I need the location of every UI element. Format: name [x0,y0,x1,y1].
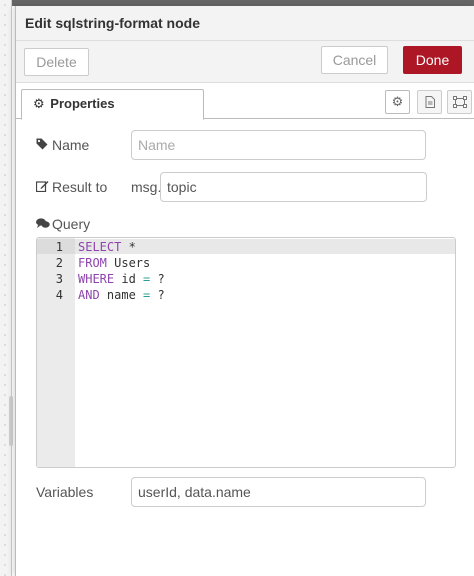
tab-description[interactable] [417,90,442,114]
gear-icon: ⚙ [33,96,45,111]
code-line[interactable]: 3 WHERE id = ? [37,271,455,287]
code-text: WHERE id = ? [78,271,165,287]
sql-keyword: FROM [78,256,107,270]
code-text: SELECT * [78,239,136,255]
line-number: 4 [55,288,63,302]
result-prefix: msg. [131,179,162,195]
name-label: Name [52,137,90,153]
tag-icon [36,138,52,153]
tab-bar: ⚙ Properties ⚙ [16,83,474,120]
workspace-background [0,0,13,576]
sql-token: ? [150,288,165,302]
sql-keyword: WHERE [78,272,115,286]
line-number: 1 [55,240,63,254]
code-text: AND name = ? [78,287,165,303]
code-line[interactable]: 2 FROM Users [37,255,455,271]
delete-button[interactable]: Delete [24,48,89,76]
edit-icon [35,180,52,195]
tray-toolbar: Delete Cancel Done [16,41,474,83]
tab-properties-label: Properties [50,96,115,111]
query-editor[interactable]: 1 SELECT * 2 FROM Users 3 WHERE id = ? 4 AND na… [36,237,456,468]
done-button[interactable]: Done [403,46,462,74]
tray-header: Edit sqlstring-format node [16,6,474,41]
tab-settings[interactable]: ⚙ [385,90,410,114]
cancel-button[interactable]: Cancel [321,46,388,74]
query-label-row: Query [36,216,90,232]
code-line[interactable]: 1 SELECT * [37,239,455,255]
sql-token: ? [150,272,165,286]
line-number: 3 [55,272,63,286]
frame-icon [452,96,467,108]
sql-token: name [99,288,144,302]
result-label: Result to [52,179,108,195]
result-label-row: Result to [35,179,108,195]
sql-keyword: SELECT [78,240,122,254]
edit-tray: Edit sqlstring-format node Delete Cancel… [15,6,474,576]
query-label: Query [52,216,91,232]
tray-title: Edit sqlstring-format node [25,15,200,31]
line-number: 2 [55,256,63,270]
name-input[interactable]: Name [131,130,426,160]
gear-icon: ⚙ [391,94,404,109]
sql-keyword: AND [78,288,100,302]
comments-icon [36,218,52,232]
code-text: FROM Users [78,255,150,271]
result-field[interactable]: topic [160,172,427,202]
code-line[interactable]: 4 AND name = ? [37,287,455,303]
tab-appearance[interactable] [447,90,472,114]
resize-handle[interactable] [9,396,13,446]
name-placeholder: Name [138,137,176,153]
tab-properties[interactable]: ⚙ Properties [21,89,204,120]
document-icon [425,96,435,108]
sql-token: * [121,240,136,254]
sql-token: id [114,272,144,286]
sql-token: Users [106,256,151,270]
name-label-row: Name [36,137,89,153]
variables-field[interactable]: userId, data.name [131,477,426,507]
variables-label: Variables [36,484,94,500]
